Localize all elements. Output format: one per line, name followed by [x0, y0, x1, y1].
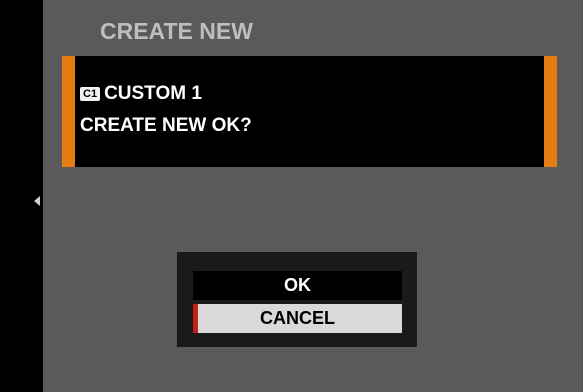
- profile-row: C1 CUSTOM 1: [80, 83, 202, 105]
- cancel-label: CANCEL: [260, 308, 335, 328]
- message-box: C1 CUSTOM 1 CREATE NEW OK?: [62, 56, 557, 167]
- screen-title: CREATE NEW: [100, 18, 253, 44]
- custom-1-icon: C1: [80, 87, 101, 101]
- message-panel: C1 CUSTOM 1 CREATE NEW OK?: [75, 56, 544, 167]
- ok-button[interactable]: OK: [193, 271, 402, 300]
- selection-cursor: [193, 304, 198, 333]
- confirm-dialog: OK CANCEL: [177, 252, 417, 347]
- confirm-question: CREATE NEW OK?: [80, 115, 252, 136]
- profile-name: CUSTOM 1: [104, 83, 202, 104]
- cancel-button[interactable]: CANCEL: [193, 304, 402, 333]
- left-arrow-icon[interactable]: [34, 196, 40, 206]
